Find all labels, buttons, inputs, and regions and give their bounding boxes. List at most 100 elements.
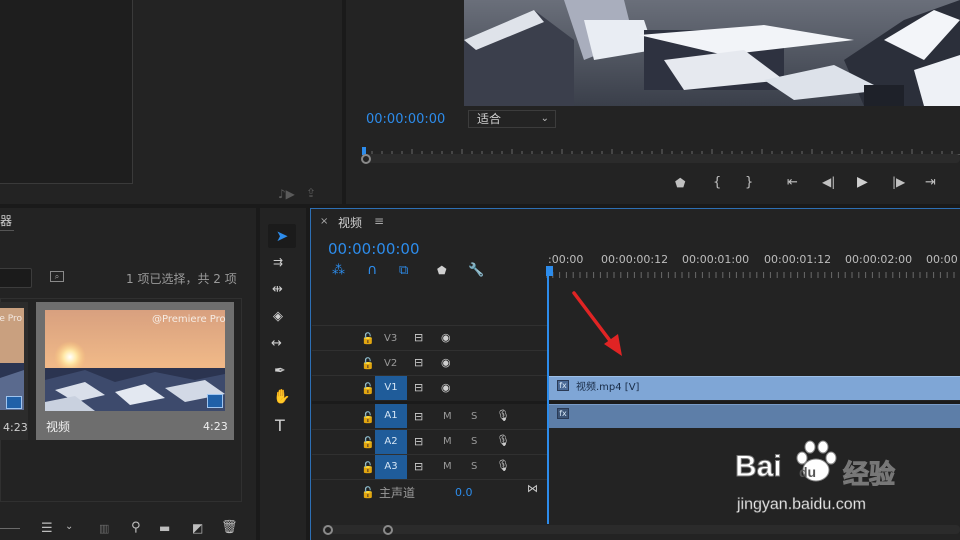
- playhead-line[interactable]: [547, 266, 549, 524]
- microphone-icon[interactable]: 🎙: [496, 434, 510, 447]
- trash-icon[interactable]: 🗑: [221, 520, 238, 535]
- lock-icon[interactable]: 🔓: [361, 486, 375, 499]
- lock-icon[interactable]: 🔓: [361, 436, 375, 449]
- project-item-2-watermark: @Premiere Pro: [152, 314, 226, 325]
- baidu-brand-left: Bai: [735, 450, 783, 484]
- snap-icon[interactable]: ∩: [367, 262, 377, 278]
- mute-button[interactable]: M: [443, 461, 452, 472]
- mute-button[interactable]: M: [443, 436, 452, 447]
- eye-icon[interactable]: ◉: [441, 381, 451, 394]
- annotation-arrow: [572, 291, 622, 356]
- tab-menu-icon[interactable]: ≡: [374, 214, 384, 228]
- lock-icon[interactable]: 🔓: [361, 332, 375, 345]
- new-item-icon[interactable]: ◩: [192, 521, 203, 535]
- lock-icon[interactable]: 🔓: [361, 411, 375, 424]
- sort-icon[interactable]: ☰: [41, 521, 53, 536]
- sequence-tab[interactable]: 视频: [338, 214, 362, 231]
- hand-tool-icon[interactable]: ✋: [273, 389, 290, 405]
- project-item-2-thumbnail: [45, 310, 225, 411]
- sync-lock-icon[interactable]: ⊟: [414, 356, 423, 369]
- project-item-2-name[interactable]: 视频: [46, 418, 70, 435]
- pen-tool-icon[interactable]: ✒: [274, 363, 286, 379]
- selection-count: 1 项已选择，共 2 项: [126, 272, 237, 286]
- lock-icon[interactable]: 🔓: [361, 357, 375, 370]
- track-select-tool-icon[interactable]: ⇉: [273, 255, 283, 269]
- slip-tool-icon[interactable]: ↔: [271, 336, 282, 351]
- sync-lock-icon[interactable]: ⊟: [414, 435, 423, 448]
- sort-chevron-icon[interactable]: ⌄: [65, 521, 73, 532]
- fx-badge-icon: fx: [557, 408, 569, 419]
- track-a2-label[interactable]: A2: [375, 430, 407, 454]
- track-a1-label[interactable]: A1: [375, 404, 407, 428]
- add-marker-icon[interactable]: ⬟: [675, 176, 685, 190]
- export-icon[interactable]: ⇪: [306, 186, 316, 200]
- track-v1-label[interactable]: V1: [375, 376, 407, 400]
- eye-icon[interactable]: ◉: [441, 331, 451, 344]
- razor-tool-icon[interactable]: ◈: [273, 309, 283, 324]
- export-frame-icon[interactable]: ♪▶: [278, 187, 295, 201]
- linked-selection-icon[interactable]: ⧉: [399, 263, 408, 278]
- ripple-edit-tool-icon[interactable]: ⇹: [272, 282, 283, 297]
- project-item-1-type-icon: [6, 396, 22, 409]
- step-forward-icon[interactable]: |▶: [892, 175, 905, 189]
- scroll-handle-left[interactable]: [361, 154, 371, 164]
- track-v3-label: V3: [384, 333, 398, 344]
- sync-lock-icon[interactable]: ⊟: [414, 460, 423, 473]
- program-timecode[interactable]: 00:00:00:00: [366, 112, 445, 127]
- settings-wrench-icon[interactable]: 🔧: [468, 263, 484, 278]
- ruler-label-0: :00:00: [548, 253, 584, 266]
- sync-lock-icon[interactable]: ⊟: [414, 410, 423, 423]
- new-bin-icon[interactable]: ▬: [159, 521, 170, 535]
- video-clip[interactable]: fx 视频.mp4 [V]: [549, 376, 960, 400]
- track-v2[interactable]: [312, 351, 960, 376]
- scroll-handle-right[interactable]: [383, 525, 393, 535]
- ruler-label-2: 00:00:01:00: [682, 253, 750, 266]
- add-marker-timeline-icon[interactable]: ⬟: [437, 264, 447, 277]
- step-back-icon[interactable]: ◀|: [822, 175, 835, 189]
- solo-button[interactable]: S: [471, 461, 477, 472]
- automate-icon[interactable]: ▥: [99, 522, 109, 535]
- project-search-input[interactable]: [0, 268, 32, 288]
- play-icon[interactable]: ▶: [857, 174, 868, 190]
- microphone-icon[interactable]: 🎙: [496, 459, 510, 472]
- master-volume-value[interactable]: 0.0: [455, 486, 473, 499]
- solo-button[interactable]: S: [471, 411, 477, 422]
- search-filter-icon[interactable]: ⌕: [50, 271, 64, 282]
- sync-lock-icon[interactable]: ⊟: [414, 381, 423, 394]
- master-end-icon[interactable]: ⋈: [527, 482, 538, 495]
- master-track-label: 主声道: [379, 486, 416, 500]
- audio-clip[interactable]: fx: [549, 404, 960, 428]
- program-scrollbar[interactable]: [362, 154, 960, 163]
- scroll-handle-left[interactable]: [323, 525, 333, 535]
- lock-icon[interactable]: 🔓: [361, 461, 375, 474]
- project-item-2-duration: 4:23: [203, 420, 228, 433]
- lock-icon[interactable]: 🔓: [361, 382, 375, 395]
- fit-dropdown-value: 适合: [477, 112, 502, 126]
- solo-button[interactable]: S: [471, 436, 477, 447]
- mark-out-icon[interactable]: }: [745, 175, 753, 190]
- track-a3-label[interactable]: A3: [375, 455, 407, 479]
- timeline-scrollbar[interactable]: [322, 525, 960, 534]
- microphone-icon[interactable]: 🎙: [496, 409, 510, 422]
- close-tab-icon[interactable]: ×: [320, 216, 328, 227]
- project-panel-title[interactable]: 器: [0, 212, 12, 229]
- nest-icon[interactable]: ⁂: [332, 263, 345, 278]
- type-tool-icon[interactable]: T: [275, 416, 285, 435]
- go-to-in-icon[interactable]: ⇤: [787, 175, 798, 190]
- zoom-slider[interactable]: [0, 528, 20, 529]
- track-v3[interactable]: [312, 326, 960, 351]
- eye-icon[interactable]: ◉: [441, 356, 451, 369]
- sync-lock-icon[interactable]: ⊟: [414, 331, 423, 344]
- timeline-timecode[interactable]: 00:00:00:00: [328, 240, 420, 258]
- mute-button[interactable]: M: [443, 411, 452, 422]
- ruler-label-5: 00:00: [926, 253, 958, 266]
- find-icon[interactable]: ⚲: [131, 520, 141, 535]
- go-to-out-icon[interactable]: ⇥: [925, 175, 936, 190]
- mark-in-icon[interactable]: {: [713, 175, 721, 190]
- fit-dropdown[interactable]: 适合 ⌄: [468, 110, 556, 128]
- project-item-1-duration: 4:23: [3, 421, 28, 434]
- baidu-jingyan-watermark: Bai du 经验 jingyan.baidu.com: [735, 440, 935, 520]
- selection-tool-icon[interactable]: ➤: [268, 224, 296, 248]
- ruler-label-1: 00:00:00:12: [601, 253, 669, 266]
- video-clip-label: 视频.mp4 [V]: [576, 382, 640, 393]
